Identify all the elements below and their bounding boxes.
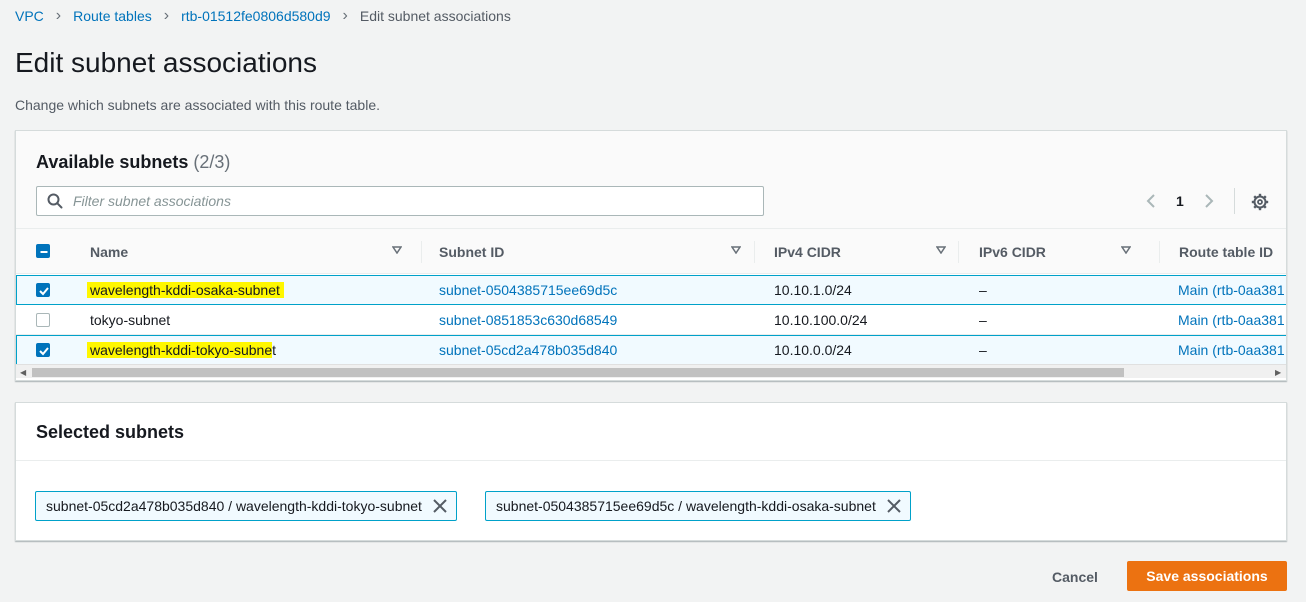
- breadcrumb-vpc[interactable]: VPC: [15, 8, 44, 24]
- selected-subnets-panel: Selected subnets subnet-05cd2a478b035d84…: [15, 402, 1287, 541]
- page-description: Change which subnets are associated with…: [15, 97, 380, 113]
- column-divider: [754, 241, 755, 263]
- sort-down-icon: [731, 246, 741, 254]
- table-header: Name Subnet ID IPv4 CIDR IPv6 CIDR Route…: [16, 229, 1286, 274]
- column-divider: [1159, 241, 1160, 263]
- horizontal-scrollbar[interactable]: ◀ ▶: [16, 364, 1286, 378]
- cell-route-table[interactable]: Main (rtb-0aa381: [1178, 336, 1285, 364]
- cell-route-table[interactable]: Main (rtb-0aa381: [1178, 306, 1285, 334]
- selected-token-label: subnet-0504385715ee69d5c / wavelength-kd…: [496, 498, 876, 514]
- available-subnets-title-text: Available subnets: [36, 152, 189, 172]
- pager-divider: [1233, 188, 1235, 214]
- available-subnets-title: Available subnets (2/3): [36, 152, 230, 173]
- available-subnets-header: Available subnets (2/3) 1: [16, 131, 1286, 229]
- column-divider: [958, 241, 959, 263]
- table-row[interactable]: wavelength-kddi-tokyo-subne t subnet-05cd…: [16, 335, 1286, 365]
- chevron-left-icon[interactable]: [1144, 193, 1160, 209]
- selected-subnets-header: Selected subnets: [16, 403, 1286, 461]
- selected-token: subnet-0504385715ee69d5c / wavelength-kd…: [485, 491, 911, 521]
- cell-subnet-id[interactable]: subnet-0504385715ee69d5c: [439, 276, 617, 304]
- cell-ipv6: –: [979, 282, 987, 298]
- column-header-name[interactable]: Name: [90, 229, 416, 274]
- column-header-ipv6-label: IPv6 CIDR: [979, 243, 1046, 260]
- table-row[interactable]: tokyo-subnet subnet-0851853c630d68549 10…: [16, 305, 1286, 335]
- column-header-route-table-label: Route table ID: [1179, 243, 1274, 260]
- cancel-button[interactable]: Cancel: [1040, 564, 1110, 590]
- chevron-right-icon: ›: [163, 7, 170, 24]
- filter-box: [36, 186, 764, 216]
- column-divider: [421, 241, 422, 263]
- save-associations-button[interactable]: Save associations: [1127, 561, 1287, 591]
- scrollbar-thumb[interactable]: [32, 368, 1124, 377]
- selected-token: subnet-05cd2a478b035d840 / wavelength-kd…: [35, 491, 457, 521]
- scroll-right-icon[interactable]: ▶: [1275, 368, 1281, 377]
- cell-ipv4: 10.10.1.0/24: [774, 282, 852, 298]
- chevron-right-icon: ›: [55, 7, 62, 24]
- column-header-name-label: Name: [90, 243, 129, 260]
- column-header-subnet-id-label: Subnet ID: [439, 243, 505, 260]
- available-subnets-count: (2/3): [193, 152, 231, 172]
- selected-token-label: subnet-05cd2a478b035d840 / wavelength-kd…: [46, 498, 422, 514]
- subnet-name-rest: t: [272, 342, 276, 358]
- subnet-name: wavelength-kddi-tokyo-subne: [87, 342, 273, 358]
- table-row[interactable]: wavelength-kddi-osaka-subnet subnet-0504…: [16, 275, 1286, 305]
- cell-name: wavelength-kddi-osaka-subnet: [87, 276, 284, 304]
- cell-ipv4: 10.10.100.0/24: [774, 312, 868, 328]
- cell-ipv4: 10.10.0.0/24: [774, 342, 852, 358]
- select-all-checkbox[interactable]: [36, 244, 50, 258]
- sort-down-icon: [392, 246, 402, 254]
- cell-name: wavelength-kddi-tokyo-subne t: [87, 336, 276, 364]
- column-header-ipv4-label: IPv4 CIDR: [774, 243, 841, 260]
- cell-subnet-id[interactable]: subnet-05cd2a478b035d840: [439, 336, 617, 364]
- column-header-route-table[interactable]: Route table ID: [1179, 229, 1286, 274]
- breadcrumb-route-table-id[interactable]: rtb-01512fe0806d580d9: [181, 8, 330, 24]
- close-icon[interactable]: [432, 498, 448, 514]
- close-icon[interactable]: [886, 498, 902, 514]
- breadcrumb: VPC › Route tables › rtb-01512fe0806d580…: [15, 6, 511, 26]
- filter-input[interactable]: [73, 193, 713, 209]
- column-header-ipv4[interactable]: IPv4 CIDR: [774, 229, 960, 274]
- page-number[interactable]: 1: [1176, 193, 1184, 209]
- search-icon: [47, 193, 63, 209]
- chevron-right-icon[interactable]: [1200, 193, 1216, 209]
- available-subnets-panel: Available subnets (2/3) 1: [15, 130, 1287, 381]
- gear-icon[interactable]: [1251, 193, 1268, 211]
- chevron-right-icon: ›: [342, 7, 348, 24]
- subnet-name: wavelength-kddi-osaka-subnet: [87, 282, 284, 298]
- selected-subnets-title: Selected subnets: [36, 422, 185, 442]
- row-checkbox[interactable]: [36, 313, 50, 327]
- subnets-table: Name Subnet ID IPv4 CIDR IPv6 CIDR Route…: [16, 229, 1286, 380]
- scroll-left-icon[interactable]: ◀: [20, 368, 26, 377]
- row-checkbox[interactable]: [36, 283, 50, 297]
- cell-ipv6: –: [979, 342, 987, 358]
- breadcrumb-route-tables[interactable]: Route tables: [73, 8, 152, 24]
- breadcrumb-current: Edit subnet associations: [359, 8, 511, 24]
- cell-name: tokyo-subnet: [90, 312, 171, 328]
- page-title: Edit subnet associations: [15, 47, 317, 78]
- sort-down-icon: [936, 246, 946, 254]
- pagination: 1: [1144, 188, 1268, 214]
- row-checkbox[interactable]: [36, 343, 50, 357]
- cell-subnet-id[interactable]: subnet-0851853c630d68549: [439, 306, 617, 334]
- column-header-subnet-id[interactable]: Subnet ID: [439, 229, 755, 274]
- sort-down-icon: [1121, 246, 1131, 254]
- column-header-ipv6[interactable]: IPv6 CIDR: [979, 229, 1145, 274]
- cell-ipv6: –: [979, 312, 987, 328]
- cell-route-table[interactable]: Main (rtb-0aa381: [1178, 276, 1285, 304]
